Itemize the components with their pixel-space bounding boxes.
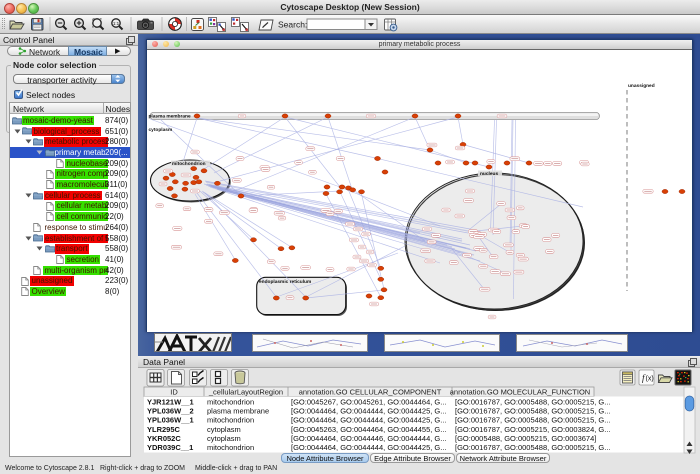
- svg-text:YPL036W__1: YPL036W__1: [147, 416, 194, 425]
- svg-text:YJR121W__1: YJR121W__1: [147, 398, 194, 407]
- svg-text:ID: ID: [170, 388, 178, 397]
- svg-text:plasma membrane: plasma membrane: [149, 113, 191, 119]
- svg-text:Search:: Search:: [278, 20, 307, 30]
- svg-text:nucleus: nucleus: [480, 171, 498, 177]
- svg-text:[GO:0016787, GO:0005488, GO:00: [GO:0016787, GO:0005488, GO:0005215, G..…: [455, 416, 611, 425]
- svg-text:[GO:0016787, GO:0005488, GO:00: [GO:0016787, GO:0005488, GO:0005215, G..…: [455, 407, 611, 416]
- svg-text:[GO:0044464, GO:0044444, GO:00: [GO:0044464, GO:0044444, GO:0044425, G..…: [291, 407, 447, 416]
- svg-text:cytoplasm: cytoplasm: [207, 425, 241, 434]
- svg-text:(x): (x): [646, 376, 654, 383]
- svg-text:cytoplasm: cytoplasm: [207, 434, 241, 443]
- svg-text:mitochondrion: mitochondrion: [207, 398, 254, 407]
- svg-text:YKR052C: YKR052C: [147, 434, 181, 443]
- svg-text:unassigned: unassigned: [628, 83, 655, 89]
- svg-text:plasma membrane: plasma membrane: [207, 407, 269, 416]
- svg-text:mitochondrion: mitochondrion: [207, 416, 254, 425]
- svg-text:[GO:0045267, GO:0045261, GO:00: [GO:0045267, GO:0045261, GO:0044464, G..…: [291, 398, 447, 407]
- svg-text:[GO:0045263, GO:0044464, GO:00: [GO:0045263, GO:0044464, GO:0044455, G..…: [291, 425, 447, 434]
- svg-text:[GO:0044464, GO:0044444, GO:00: [GO:0044464, GO:0044444, GO:0044425, G..…: [291, 443, 447, 452]
- svg-text:YDR039C__1: YDR039C__1: [147, 443, 193, 452]
- svg-text:[GO:0005488, GO:0005215, GO:00: [GO:0005488, GO:0005215, GO:0003674]: [455, 434, 596, 443]
- svg-text:cytoplasm: cytoplasm: [149, 127, 173, 133]
- svg-text:YPL036W__2: YPL036W__2: [147, 407, 194, 416]
- svg-text:[GO:0016787, GO:0005488, GO:00: [GO:0016787, GO:0005488, GO:0005215, G..…: [455, 443, 611, 452]
- svg-text:[GO:0016787, GO:0005488, GO:00: [GO:0016787, GO:0005488, GO:0005215, G..…: [455, 398, 611, 407]
- svg-text:endoplasmic reticulum: endoplasmic reticulum: [259, 279, 311, 285]
- svg-text:mitochondrion: mitochondrion: [172, 161, 206, 167]
- svg-text:[GO:0044464, GO:0044444, GO:00: [GO:0044464, GO:0044444, GO:0044425, G..…: [291, 416, 447, 425]
- svg-text:1:1: 1:1: [113, 21, 120, 26]
- svg-text:_cellularLayoutRegion: _cellularLayoutRegion: [208, 388, 283, 397]
- svg-text:[GO:0016787, GO:0005215, GO:00: [GO:0016787, GO:0005215, GO:0003824, G..…: [455, 425, 611, 434]
- svg-text:[GO:0044464, GO:0044446, GO:00: [GO:0044464, GO:0044446, GO:0044444, G..…: [291, 434, 447, 443]
- svg-text:mitochondrion: mitochondrion: [207, 443, 254, 452]
- svg-text:annotation.GO MOLECULAR_FUNCTI: annotation.GO MOLECULAR_FUNCTION: [450, 388, 590, 397]
- svg-text:YLR295C: YLR295C: [147, 425, 181, 434]
- svg-text:annotation.GO CELLULAR_COMPONE: annotation.GO CELLULAR_COMPONENT: [299, 388, 442, 397]
